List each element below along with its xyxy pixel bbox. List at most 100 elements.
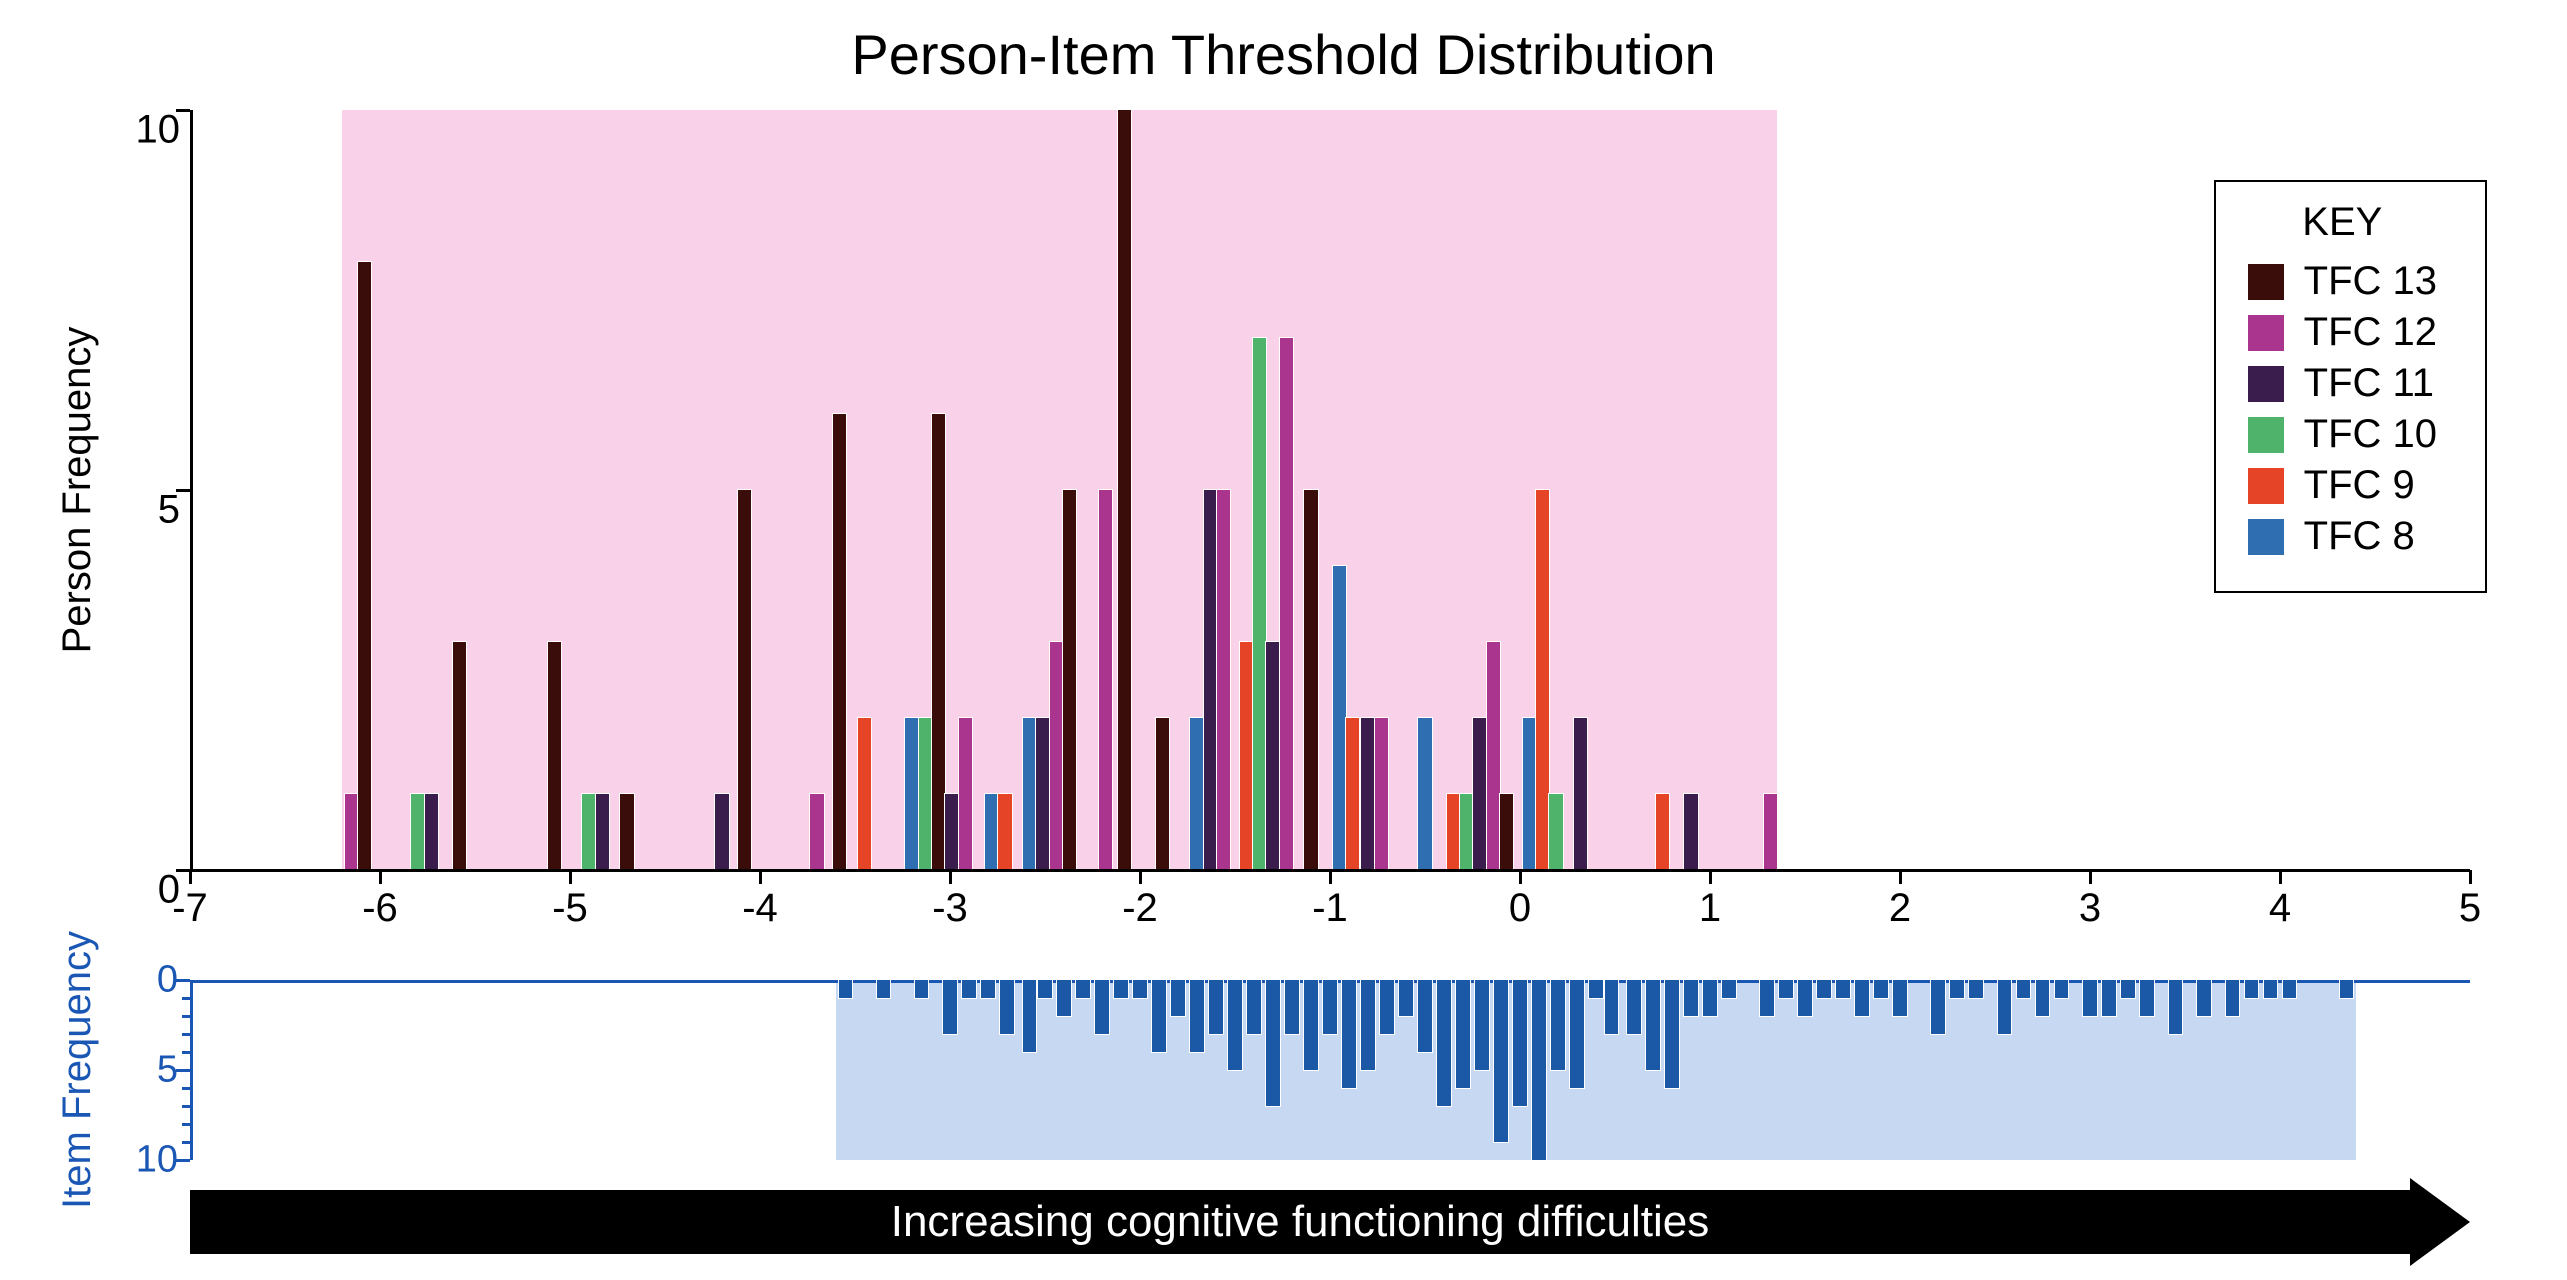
item-bar: [1285, 980, 1298, 1034]
item-bar: [1998, 980, 2011, 1034]
legend-swatch: [2248, 315, 2284, 351]
legend-swatch: [2248, 468, 2284, 504]
x-tick: [379, 870, 382, 884]
upper-plot: 0510: [190, 110, 2470, 870]
person-bar: [1099, 490, 1112, 870]
y-minor-tick-lower: [182, 1033, 190, 1036]
x-tick: [569, 870, 572, 884]
item-bar: [1190, 980, 1203, 1052]
item-bar: [1703, 980, 1716, 1016]
person-bar: [620, 794, 633, 870]
item-bar: [1247, 980, 1260, 1034]
person-bar: [1418, 718, 1431, 870]
person-bar: [1240, 642, 1253, 870]
x-tick-label: -3: [932, 886, 968, 931]
person-bar: [919, 718, 932, 870]
legend-label: TFC 9: [2304, 463, 2415, 508]
person-bar: [1050, 642, 1063, 870]
person-bar: [1346, 718, 1359, 870]
legend-swatch: [2248, 519, 2284, 555]
item-bar: [1095, 980, 1108, 1034]
item-bar: [1475, 980, 1488, 1070]
y-minor-tick-lower: [182, 997, 190, 1000]
y-axis-label-lower: Item Frequency: [55, 931, 100, 1209]
item-bar: [1399, 980, 1412, 1016]
legend-row: TFC 8: [2248, 514, 2437, 559]
item-bar: [1760, 980, 1773, 1016]
item-bar: [1817, 980, 1830, 998]
item-bar: [1646, 980, 1659, 1070]
person-bar: [411, 794, 424, 870]
person-bar: [985, 794, 998, 870]
legend-label: TFC 13: [2304, 259, 2437, 304]
person-bar: [358, 262, 371, 870]
y-minor-tick-lower: [182, 1051, 190, 1054]
person-bar: [1764, 794, 1777, 870]
person-bar: [345, 794, 358, 870]
person-bar: [1460, 794, 1473, 870]
person-bar: [1253, 338, 1266, 870]
legend-row: TFC 10: [2248, 412, 2437, 457]
x-tick: [1709, 870, 1712, 884]
y-minor-tick-lower: [182, 1105, 190, 1108]
person-bar: [582, 794, 595, 870]
x-tick-label: 4: [2269, 886, 2291, 931]
item-bar: [1418, 980, 1431, 1052]
item-bar: [915, 980, 928, 998]
person-bar: [1375, 718, 1388, 870]
person-bar: [715, 794, 728, 870]
person-bar: [959, 718, 972, 870]
item-bar: [2055, 980, 2068, 998]
legend-label: TFC 12: [2304, 310, 2437, 355]
person-bar: [1447, 794, 1460, 870]
person-bar: [1333, 566, 1346, 870]
person-bar: [1190, 718, 1203, 870]
item-bar: [1684, 980, 1697, 1016]
item-bar: [1513, 980, 1526, 1106]
item-bar: [1038, 980, 1051, 998]
item-bar: [2121, 980, 2134, 998]
item-bar: [2264, 980, 2277, 998]
item-bar: [1152, 980, 1165, 1052]
person-bar: [1023, 718, 1036, 870]
x-tick: [189, 870, 192, 884]
y-minor-tick-lower: [182, 1015, 190, 1018]
item-bar: [981, 980, 994, 998]
legend-label: TFC 8: [2304, 514, 2415, 559]
person-bar: [905, 718, 918, 870]
legend-label: TFC 10: [2304, 412, 2437, 457]
person-bar: [1500, 794, 1513, 870]
person-bar: [1204, 490, 1217, 870]
item-bar: [1779, 980, 1792, 998]
person-bar: [1266, 642, 1279, 870]
item-bar: [1304, 980, 1317, 1070]
item-bar: [1931, 980, 1944, 1034]
y-minor-tick-lower: [182, 1087, 190, 1090]
person-bar: [1536, 490, 1549, 870]
person-bar: [932, 414, 945, 870]
item-bar: [1266, 980, 1279, 1106]
arrow-label: Increasing cognitive functioning difficu…: [190, 1190, 2410, 1254]
item-bar: [839, 980, 852, 998]
y-minor-tick-lower: [182, 1141, 190, 1144]
x-tick-label: -5: [552, 886, 588, 931]
legend-row: TFC 12: [2248, 310, 2437, 355]
item-bar: [1076, 980, 1089, 998]
item-bar: [1627, 980, 1640, 1034]
y-axis-label-upper: Person Frequency: [55, 327, 100, 654]
item-bar: [2226, 980, 2239, 1016]
person-bar: [858, 718, 871, 870]
item-bar: [1456, 980, 1469, 1088]
item-bar: [2083, 980, 2096, 1016]
y-axis-line-lower: [190, 980, 193, 1160]
legend-title: KEY: [2248, 200, 2437, 245]
item-bar: [2102, 980, 2115, 1016]
person-bar: [1280, 338, 1293, 870]
legend: KEY TFC 13TFC 12TFC 11TFC 10TFC 9TFC 8: [2214, 180, 2487, 593]
item-bar: [1228, 980, 1241, 1070]
person-bar: [833, 414, 846, 870]
person-bar: [738, 490, 751, 870]
x-tick-label: -2: [1122, 886, 1158, 931]
item-bar: [1589, 980, 1602, 998]
person-bar: [810, 794, 823, 870]
